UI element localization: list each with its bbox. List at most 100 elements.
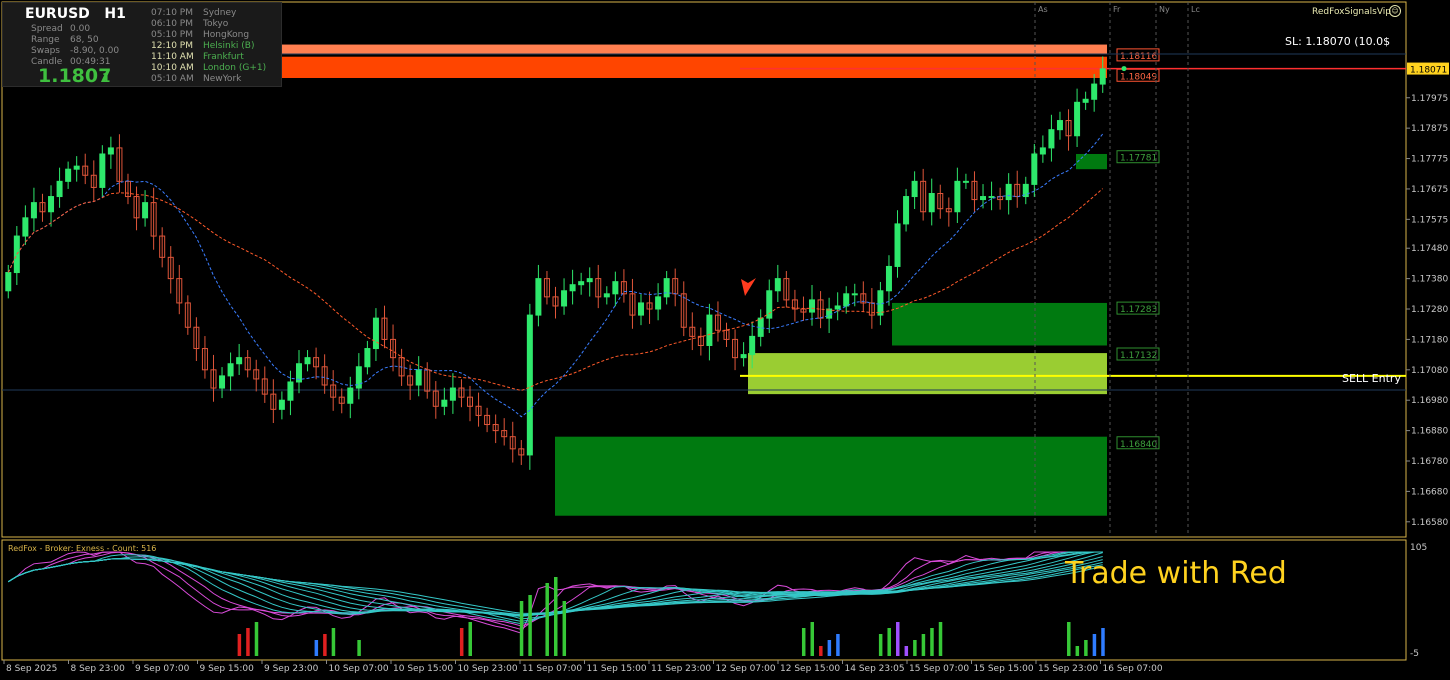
x-tick-label: 15 Sep 23:00: [1038, 664, 1098, 674]
candle-bull: [834, 305, 841, 310]
zone-separator: [282, 14, 1107, 18]
y-tick-label: 1.16980: [1411, 396, 1448, 406]
candle-bull: [740, 354, 747, 359]
candle-bull: [48, 196, 55, 213]
histogram-bar: [246, 628, 250, 656]
candle-bull: [535, 278, 542, 316]
session-name: Frankfurt: [203, 52, 244, 62]
candle-bull: [441, 399, 448, 407]
y-tick-label: 1.16780: [1411, 457, 1448, 467]
candle-bull: [449, 387, 456, 401]
candle-bull: [980, 196, 987, 201]
histogram-bar: [904, 646, 909, 656]
histogram-bar: [1101, 628, 1105, 656]
candle-bull: [894, 223, 901, 267]
swaps-value: -8.90, 0.00: [70, 46, 120, 56]
histogram-bar: [468, 622, 472, 656]
candle-bull: [65, 168, 72, 182]
y-tick-label: 1.17575: [1411, 215, 1448, 225]
zone-demand: [555, 436, 1107, 516]
zone-level-label: 1.17132: [1120, 351, 1157, 361]
trade-with-red-label: Trade with Red: [1065, 556, 1287, 591]
brand-label: RedFoxSignalsVip: [1312, 7, 1392, 17]
histogram-bar: [1067, 622, 1071, 656]
candle-bull: [911, 180, 918, 198]
candle-bull: [364, 348, 371, 368]
session-name: Helsinki (B): [203, 41, 255, 51]
candle-bull: [287, 381, 294, 401]
y-tick-label: 1.16580: [1411, 518, 1448, 528]
candle-bull: [278, 399, 285, 410]
session-marker-label: Lc: [1191, 5, 1200, 14]
zone-level-label: 1.18116: [1120, 52, 1157, 62]
histogram-bar: [913, 640, 917, 656]
histogram-bar: [921, 634, 926, 656]
smiley-icon[interactable]: ☺: [1389, 5, 1401, 17]
histogram-bar: [878, 634, 883, 656]
candle-bull: [809, 299, 816, 313]
swaps-label: Swaps: [31, 46, 60, 56]
histogram-bar: [562, 601, 567, 656]
spread-label: Spread: [31, 24, 63, 34]
current-price-dot: [1121, 66, 1127, 72]
y-tick-label: 1.16880: [1411, 427, 1448, 437]
candle-bull: [766, 290, 773, 319]
histogram-bar: [519, 601, 524, 656]
zone-level-label: 1.17781: [1120, 154, 1157, 164]
spread-value: 0.00: [70, 24, 91, 34]
candle-bull: [56, 180, 63, 198]
x-tick-label: 16 Sep 07:00: [1103, 664, 1163, 674]
current-price-label: 1.18071: [1410, 66, 1447, 76]
candle-bull: [22, 217, 29, 237]
y-tick-label: 1.17080: [1411, 366, 1448, 376]
candle-bull: [903, 196, 910, 225]
session-name: Tokyo: [203, 19, 229, 29]
y-tick-label: 1.17180: [1411, 335, 1448, 345]
symbol-info-panel: EURUSD H1 Spread 0.00 Range 68, 50 Swaps…: [2, 2, 282, 87]
candle-bull: [73, 165, 80, 170]
candle-bull: [663, 278, 670, 298]
candle-bull: [749, 335, 756, 356]
histogram-bar: [254, 622, 259, 656]
candle-bull: [1074, 101, 1081, 137]
candle-bull: [851, 293, 858, 296]
bid-price: 1.1807: [38, 65, 112, 87]
y-tick-label: 1.17380: [1411, 275, 1448, 285]
candle-bull: [5, 272, 12, 292]
sell-entry-label: SELL Entry: [1342, 372, 1401, 385]
histogram-bar: [459, 628, 464, 656]
x-tick-label: 10 Sep 15:00: [393, 664, 453, 674]
histogram-bar: [554, 577, 558, 656]
histogram-bar: [827, 640, 832, 656]
candle-bull: [1048, 129, 1055, 149]
x-tick-label: 11 Sep 15:00: [587, 664, 647, 674]
histogram-bar: [357, 640, 361, 656]
candle-bull: [372, 317, 379, 350]
candle-bull: [415, 369, 422, 386]
session-time: 06:10 PM: [151, 19, 193, 29]
candle-bull: [227, 363, 234, 377]
x-tick-label: 14 Sep 23:05: [845, 664, 905, 674]
histogram-bar: [331, 628, 336, 656]
candle-bull: [219, 375, 226, 389]
histogram-bar: [930, 628, 934, 656]
session-time: 07:10 PM: [151, 8, 193, 18]
candle-bull: [347, 387, 354, 404]
x-tick-label: 8 Sep 2025: [6, 664, 57, 674]
candle-bull: [1056, 120, 1063, 131]
candle-bull: [885, 265, 892, 292]
x-tick-label: 12 Sep 07:00: [716, 664, 776, 674]
symbol-title: EURUSD H1: [25, 6, 126, 22]
histogram-bar: [810, 622, 815, 656]
histogram-bar: [819, 646, 823, 656]
indicator-subwindow-label: RedFox - Broker: Exness - Count: 516: [8, 544, 157, 553]
histogram-bar: [314, 640, 319, 656]
histogram-bar: [887, 628, 891, 656]
histogram-bar: [1084, 640, 1088, 656]
range-value: 68, 50: [70, 35, 99, 45]
x-tick-label: 10 Sep 07:00: [329, 664, 389, 674]
x-tick-label: 8 Sep 23:00: [71, 664, 126, 674]
candle-bull: [603, 293, 610, 298]
candle-bull: [1039, 147, 1046, 155]
y-tick-label: 1.17280: [1411, 305, 1448, 315]
